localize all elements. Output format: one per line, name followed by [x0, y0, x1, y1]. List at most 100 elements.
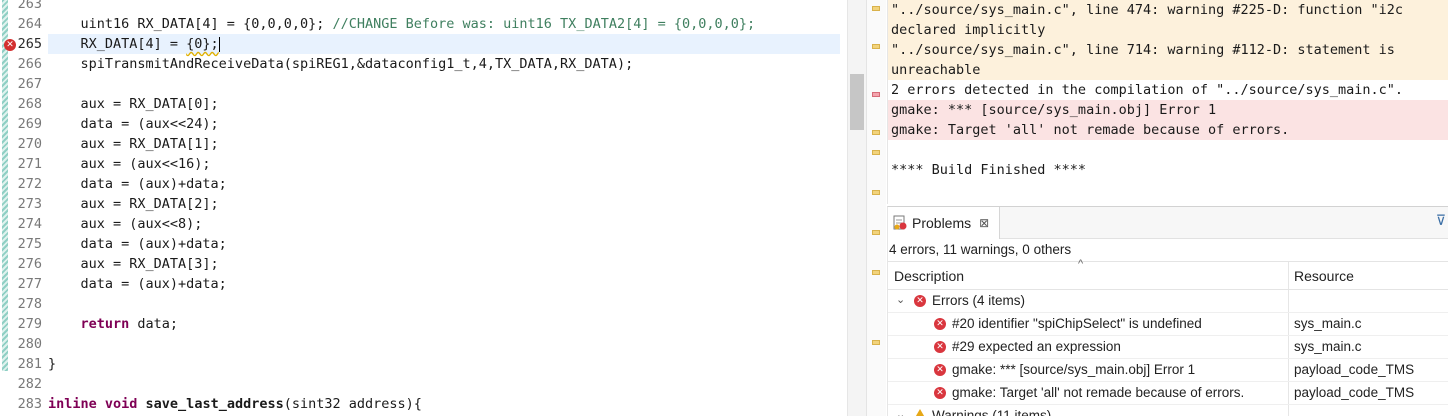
- line-number-gutter: 263 264 265 266 267 268 269 270 271 272 273 274 275 2…: [0, 0, 46, 416]
- problem-resource: payload_code_TMS: [1294, 362, 1415, 377]
- tab-problems[interactable]: Problems ⊠: [888, 207, 1000, 239]
- tree-group-warnings[interactable]: ⌄ Warnings (11 items): [888, 405, 1448, 416]
- code-line: data = (aux)+data;: [48, 276, 227, 292]
- warning-marker[interactable]: [872, 130, 880, 135]
- line-number: 283: [17, 396, 42, 412]
- line-number: 273: [17, 196, 42, 212]
- line-number: 281: [17, 356, 42, 372]
- console-line: unreachable: [888, 60, 1448, 80]
- code-line: aux = RX_DATA[2];: [48, 196, 219, 212]
- keyword: inline void: [48, 396, 138, 412]
- code-line: data = (aux<<24);: [48, 116, 219, 132]
- console-output[interactable]: "../source/sys_main.c", line 474: warnin…: [887, 0, 1448, 204]
- problem-description: #20 identifier "spiChipSelect" is undefi…: [952, 316, 1202, 331]
- problem-resource: payload_code_TMS: [1294, 385, 1415, 400]
- problem-resource: sys_main.c: [1294, 339, 1362, 354]
- problem-resource: sys_main.c: [1294, 316, 1362, 331]
- warning-marker[interactable]: [872, 340, 880, 345]
- warning-icon: [913, 409, 927, 416]
- code-line: aux = (aux<<16);: [48, 156, 211, 172]
- scroll-thumb[interactable]: [850, 74, 864, 130]
- warning-marker[interactable]: [872, 44, 880, 49]
- console-line: "../source/sys_main.c", line 474: warnin…: [888, 0, 1448, 20]
- problems-summary: 4 errors, 11 warnings, 0 others: [889, 242, 1072, 257]
- code-line: spiTransmitAndReceiveData(spiREG1,&datac…: [48, 56, 634, 72]
- code-line: uint16 RX_DATA[4] = {0,0,0,0}; //CHANGE …: [48, 16, 756, 32]
- line-number: 266: [17, 56, 42, 72]
- editor-scrollbar[interactable]: [847, 0, 866, 416]
- console-line: **** Build Finished ****: [891, 162, 1087, 178]
- code-line: data = (aux)+data;: [48, 176, 227, 192]
- view-toolbar: ⊽: [1000, 207, 1448, 239]
- line-number: 277: [17, 276, 42, 292]
- warning-marker[interactable]: [872, 190, 880, 195]
- error-marker-icon[interactable]: ✕: [4, 39, 16, 51]
- code-line: inline void save_last_address(sint32 add…: [48, 396, 422, 412]
- line-number: 268: [17, 96, 42, 112]
- overview-ruler[interactable]: [866, 0, 886, 416]
- tree-group-errors[interactable]: ⌄ ✕ Errors (4 items): [888, 290, 1448, 313]
- line-number: 282: [17, 376, 42, 392]
- keyword: return: [48, 316, 130, 332]
- error-icon: ✕: [934, 318, 946, 330]
- table-row[interactable]: ✕ #29 expected an expression sys_main.c: [888, 336, 1448, 359]
- problem-description: #29 expected an expression: [952, 339, 1121, 354]
- filter-icon[interactable]: ⊽: [1436, 213, 1446, 229]
- table-row[interactable]: ✕ #20 identifier "spiChipSelect" is unde…: [888, 313, 1448, 336]
- console-line: 2 errors detected in the compilation of …: [891, 82, 1404, 98]
- column-header-description[interactable]: Description: [894, 268, 964, 284]
- table-row[interactable]: ✕ gmake: *** [source/sys_main.obj] Error…: [888, 359, 1448, 382]
- tab-label: Problems: [912, 215, 972, 231]
- warning-marker[interactable]: [872, 230, 880, 235]
- line-number: 274: [17, 216, 42, 232]
- error-marker[interactable]: [872, 92, 880, 97]
- error-icon: ✕: [914, 295, 926, 307]
- group-label: Errors (4 items): [932, 293, 1026, 308]
- line-number: 264: [17, 16, 42, 32]
- console-line: declared implicitly: [888, 20, 1448, 40]
- error-icon: ✕: [934, 387, 946, 399]
- sort-indicator-icon: ^: [1078, 258, 1084, 270]
- code-line-current: RX_DATA[4] = {0};: [48, 34, 840, 54]
- line-number: 276: [17, 256, 42, 272]
- close-icon[interactable]: ⊠: [979, 216, 989, 230]
- code-line: return data;: [48, 316, 179, 332]
- error-icon: ✕: [934, 364, 946, 376]
- line-number: 278: [17, 296, 42, 312]
- error-squiggle: {0};: [186, 36, 219, 52]
- warning-marker[interactable]: [872, 6, 880, 11]
- line-number: 267: [17, 76, 42, 92]
- problem-description: gmake: *** [source/sys_main.obj] Error 1: [952, 362, 1196, 377]
- table-header: Description ^ Resource: [888, 258, 1448, 290]
- warning-marker[interactable]: [872, 270, 880, 275]
- code-editor[interactable]: 263 264 265 266 267 268 269 270 271 272 273 274 275 2…: [0, 0, 866, 416]
- code-line: }: [48, 356, 57, 372]
- column-header-resource[interactable]: Resource: [1294, 268, 1354, 284]
- chevron-down-icon[interactable]: ⌄: [896, 408, 905, 416]
- line-number: 269: [17, 116, 42, 132]
- table-row[interactable]: ✕ gmake: Target 'all' not remade because…: [888, 382, 1448, 405]
- code-line: aux = (aux<<8);: [48, 216, 203, 232]
- code-line: aux = RX_DATA[1];: [48, 136, 219, 152]
- console-line: gmake: *** [source/sys_main.obj] Error 1: [888, 100, 1448, 120]
- problems-table: Description ^ Resource ⌄ ✕ Errors (4 ite…: [888, 258, 1448, 416]
- group-label: Warnings (11 items): [932, 408, 1052, 416]
- line-number: 275: [17, 236, 42, 252]
- problems-view-icon: [892, 215, 908, 231]
- chevron-down-icon[interactable]: ⌄: [896, 293, 905, 306]
- line-number: 279: [17, 316, 42, 332]
- line-number: 271: [17, 156, 42, 172]
- text-caret: [218, 36, 220, 52]
- console-line: "../source/sys_main.c", line 714: warnin…: [888, 40, 1448, 60]
- line-number: 280: [17, 336, 42, 352]
- warning-marker[interactable]: [872, 150, 880, 155]
- function-name: save_last_address: [145, 396, 284, 412]
- problems-view: Problems ⊠ ⊽ 4 errors, 11 warnings, 0 ot…: [887, 206, 1448, 416]
- line-number: 272: [17, 176, 42, 192]
